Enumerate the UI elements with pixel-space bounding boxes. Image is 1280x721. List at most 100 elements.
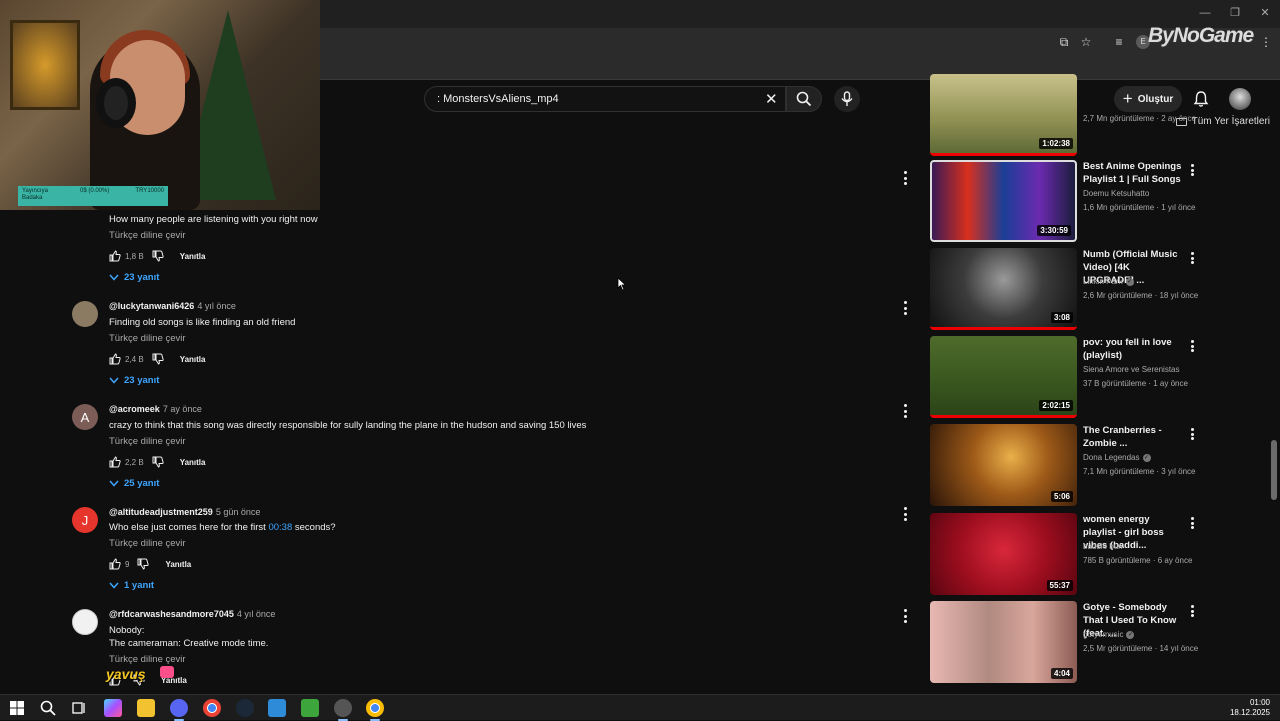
view-replies-button[interactable]: 23 yanıt [109, 272, 159, 283]
chrome-active-icon[interactable] [366, 699, 384, 721]
related-video[interactable]: 3:30:59 Best Anime Openings Playlist 1 |… [930, 160, 1210, 242]
like-icon[interactable] [109, 250, 121, 262]
commenter-avatar[interactable]: A [72, 404, 98, 430]
steam-icon[interactable] [236, 699, 254, 717]
comment-author-name[interactable]: @altitudeadjustment259 [109, 507, 213, 517]
app-icon[interactable] [268, 699, 286, 717]
commenter-avatar[interactable] [72, 301, 98, 327]
video-thumbnail[interactable]: 4:04 [930, 601, 1077, 683]
view-replies-button[interactable]: 25 yanıt [109, 478, 159, 489]
like-icon[interactable] [109, 456, 121, 468]
comment-author[interactable]: @rfdcarwashesandmore7045 4 yıl önce [109, 609, 275, 619]
related-video[interactable]: 3:08 Numb (Official Music Video) [4K UPG… [930, 248, 1210, 330]
media-controls-icon[interactable]: ≡ [1111, 34, 1127, 50]
comment-menu-icon[interactable] [904, 301, 908, 315]
dislike-icon[interactable] [137, 558, 150, 570]
translate-link[interactable]: Türkçe diline çevir [109, 230, 186, 241]
close-window-icon[interactable]: ✕ [1254, 4, 1276, 22]
comment-menu-icon[interactable] [904, 171, 908, 185]
video-thumbnail[interactable]: 3:08 [930, 248, 1077, 330]
comment-author[interactable]: @altitudeadjustment259 5 gün önce [109, 507, 260, 517]
comment-author[interactable]: @acromeek 7 ay önce [109, 404, 202, 414]
video-thumbnail[interactable]: 5:06 [930, 424, 1077, 506]
commenter-avatar[interactable]: J [72, 507, 98, 533]
video-menu-icon[interactable] [1191, 340, 1195, 352]
video-thumbnail[interactable]: 1:02:38 [930, 74, 1077, 156]
video-channel[interactable]: gotyemusic ✓ [1083, 630, 1135, 639]
comment-menu-icon[interactable] [904, 609, 908, 623]
chrome-icon[interactable] [203, 699, 221, 717]
task-view-icon[interactable] [70, 699, 88, 717]
comment-time[interactable]: 5 gün önce [216, 507, 261, 517]
video-menu-icon[interactable] [1191, 252, 1195, 264]
translate-link[interactable]: Türkçe diline çevir [109, 538, 186, 549]
video-menu-icon[interactable] [1191, 517, 1195, 529]
dislike-icon[interactable] [152, 456, 164, 468]
minimize-icon[interactable]: — [1194, 4, 1216, 22]
video-channel-name[interactable]: gotyemusic [1083, 630, 1123, 639]
video-channel[interactable]: Siena Amore ve Serenistas [1083, 365, 1180, 374]
video-thumbnail[interactable]: 55:37 [930, 513, 1077, 595]
video-channel-name[interactable]: Dona Legendas [1083, 453, 1140, 462]
obs-icon[interactable] [334, 699, 352, 721]
like-icon[interactable] [109, 353, 121, 365]
video-channel[interactable]: baddie bun [1083, 542, 1123, 551]
comment-menu-icon[interactable] [904, 507, 908, 521]
dislike-icon[interactable] [152, 250, 164, 262]
related-video[interactable]: 4:04 Gotye - Somebody That I Used To Kno… [930, 601, 1210, 683]
like-icon[interactable] [109, 558, 121, 570]
translate-link[interactable]: Türkçe diline çevir [109, 436, 186, 447]
video-channel[interactable]: Dona Legendas ✓ [1083, 453, 1151, 462]
account-avatar[interactable] [1229, 88, 1251, 110]
video-title[interactable]: The Cranberries - Zombie ... [1083, 424, 1183, 450]
video-menu-icon[interactable] [1191, 164, 1195, 176]
file-explorer-icon[interactable] [137, 699, 155, 717]
video-thumbnail[interactable]: 2:02:15 [930, 336, 1077, 418]
video-channel[interactable]: Doemu Ketsuhatto [1083, 189, 1149, 198]
page-scrollbar[interactable] [1271, 440, 1277, 500]
discord-icon[interactable] [170, 699, 188, 721]
reply-button[interactable]: Yanıtla [165, 560, 191, 569]
related-video[interactable]: 2:02:15 pov: you fell in love (playlist)… [930, 336, 1210, 418]
search-box[interactable]: : MonstersVsAliens_mp4 ✕ [424, 86, 786, 112]
comment-author-name[interactable]: @acromeek [109, 404, 160, 414]
timestamp-link[interactable]: 00:38 [268, 522, 292, 533]
comment-time[interactable]: 7 ay önce [163, 404, 202, 414]
dislike-icon[interactable] [152, 353, 164, 365]
related-video[interactable]: 1:02:38 2,7 Mn görüntüleme · 2 ay önce [930, 74, 1210, 156]
system-clock[interactable]: 01:00 18.12.2025 [1230, 698, 1270, 718]
restore-icon[interactable]: ❐ [1224, 4, 1246, 22]
install-app-icon[interactable]: ⧉ [1056, 34, 1072, 50]
browser-menu-icon[interactable]: ⋮ [1258, 34, 1274, 50]
comment-author-name[interactable]: @rfdcarwashesandmore7045 [109, 609, 234, 619]
translate-link[interactable]: Türkçe diline çevir [109, 654, 186, 665]
video-title[interactable]: Best Anime Openings Playlist 1 | Full So… [1083, 160, 1183, 186]
video-menu-icon[interactable] [1191, 428, 1195, 440]
view-replies-button[interactable]: 23 yanıt [109, 375, 159, 386]
copilot-icon[interactable] [104, 699, 122, 717]
comment-author-name[interactable]: @luckytanwani6426 [109, 301, 194, 311]
search-input[interactable]: : MonstersVsAliens_mp4 [437, 93, 559, 105]
commenter-avatar[interactable] [72, 609, 98, 635]
bookmark-star-icon[interactable]: ☆ [1078, 34, 1094, 50]
video-title[interactable]: pov: you fell in love (playlist) [1083, 336, 1183, 362]
comment-menu-icon[interactable] [904, 404, 908, 418]
translate-link[interactable]: Türkçe diline çevir [109, 333, 186, 344]
video-menu-icon[interactable] [1191, 605, 1195, 617]
comment-time[interactable]: 4 yıl önce [197, 301, 236, 311]
reply-button[interactable]: Yanıtla [180, 355, 206, 364]
comment-author[interactable]: @luckytanwani6426 4 yıl önce [109, 301, 236, 311]
windows-start-icon[interactable] [8, 699, 26, 717]
game-launcher-icon[interactable] [301, 699, 319, 717]
clear-search-icon[interactable]: ✕ [765, 90, 778, 108]
comment-time[interactable]: 4 yıl önce [237, 609, 276, 619]
search-icon[interactable] [39, 699, 57, 717]
view-replies-button[interactable]: 1 yanıt [109, 580, 154, 591]
video-channel[interactable]: Linkin Park ✓ [1083, 277, 1134, 286]
video-channel-name[interactable]: Linkin Park [1083, 277, 1123, 286]
related-video[interactable]: 5:06 The Cranberries - Zombie ... Dona L… [930, 424, 1210, 506]
voice-search-button[interactable] [834, 86, 860, 112]
reply-button[interactable]: Yanıtla [180, 458, 206, 467]
search-button[interactable] [786, 86, 822, 112]
related-video[interactable]: 55:37 women energy playlist - girl boss … [930, 513, 1210, 595]
